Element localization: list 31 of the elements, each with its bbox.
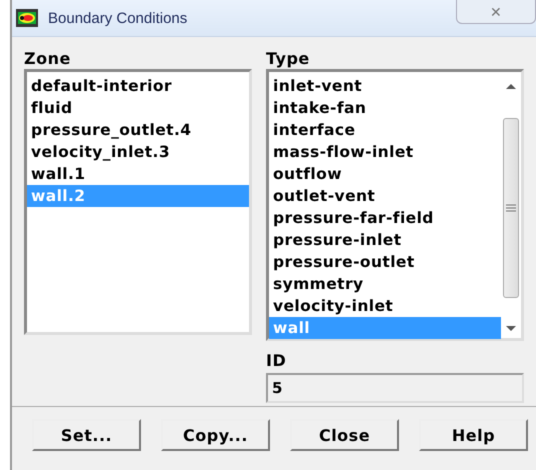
zone-item[interactable]: default-interior: [27, 75, 249, 97]
type-item[interactable]: velocity-inlet: [269, 295, 501, 317]
dialog-button[interactable]: Close: [290, 419, 399, 451]
type-item[interactable]: inlet-vent: [269, 75, 501, 97]
id-label: ID: [266, 351, 288, 371]
type-item[interactable]: mass-flow-inlet: [269, 141, 501, 163]
type-item[interactable]: outlet-vent: [269, 185, 501, 207]
id-field[interactable]: 5: [266, 373, 524, 403]
type-item[interactable]: pressure-outlet: [269, 251, 501, 273]
window-title: Boundary Conditions: [48, 10, 188, 26]
dialog-button[interactable]: Copy...: [161, 419, 270, 451]
close-button[interactable]: ✕: [456, 0, 536, 24]
zone-item[interactable]: wall.1: [27, 163, 249, 185]
app-icon: [16, 9, 38, 27]
type-item[interactable]: interface: [269, 119, 501, 141]
scroll-thumb[interactable]: [503, 118, 519, 298]
scroll-up-icon[interactable]: [506, 83, 516, 89]
type-item[interactable]: pressure-far-field: [269, 207, 501, 229]
type-label: Type: [266, 49, 311, 69]
scroll-down-icon[interactable]: [506, 326, 516, 332]
zone-item[interactable]: fluid: [27, 97, 249, 119]
grip-icon: [506, 204, 516, 212]
type-item[interactable]: pressure-inlet: [269, 229, 501, 251]
type-item[interactable]: outflow: [269, 163, 501, 185]
zone-label: Zone: [24, 49, 72, 69]
dialog-button[interactable]: Set...: [32, 419, 141, 451]
zone-item[interactable]: velocity_inlet.3: [27, 141, 249, 163]
type-item[interactable]: symmetry: [269, 273, 501, 295]
type-item[interactable]: intake-fan: [269, 97, 501, 119]
zone-item[interactable]: pressure_outlet.4: [27, 119, 249, 141]
dialog-button[interactable]: Help: [419, 419, 528, 451]
